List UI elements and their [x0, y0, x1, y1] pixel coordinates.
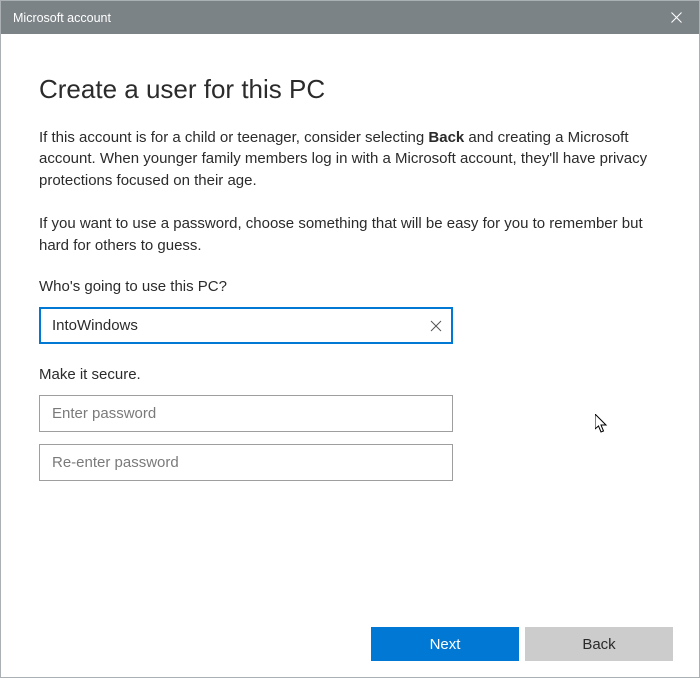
- close-icon: [671, 12, 682, 23]
- password-input[interactable]: [39, 395, 453, 432]
- footer-button-bar: Next Back: [1, 611, 699, 677]
- username-input-wrap: [39, 307, 453, 344]
- reenter-password-input[interactable]: [39, 444, 453, 481]
- password-input-wrap: [39, 395, 453, 432]
- back-button[interactable]: Back: [525, 627, 673, 661]
- clear-icon: [430, 320, 442, 332]
- page-title: Create a user for this PC: [39, 74, 661, 105]
- reenter-password-input-wrap: [39, 444, 453, 481]
- secure-label: Make it secure.: [39, 366, 661, 383]
- next-button[interactable]: Next: [371, 627, 519, 661]
- clear-username-button[interactable]: [429, 319, 443, 333]
- para1-pre: If this account is for a child or teenag…: [39, 129, 428, 146]
- username-input[interactable]: [39, 307, 453, 344]
- content-area: Create a user for this PC If this accoun…: [1, 34, 699, 611]
- para1-bold: Back: [428, 129, 464, 146]
- titlebar: Microsoft account: [1, 1, 699, 34]
- info-paragraph-1: If this account is for a child or teenag…: [39, 127, 661, 191]
- titlebar-title: Microsoft account: [13, 11, 111, 25]
- close-button[interactable]: [653, 1, 699, 34]
- username-label: Who's going to use this PC?: [39, 278, 661, 295]
- info-paragraph-2: If you want to use a password, choose so…: [39, 213, 661, 256]
- microsoft-account-window: Microsoft account Create a user for this…: [0, 0, 700, 678]
